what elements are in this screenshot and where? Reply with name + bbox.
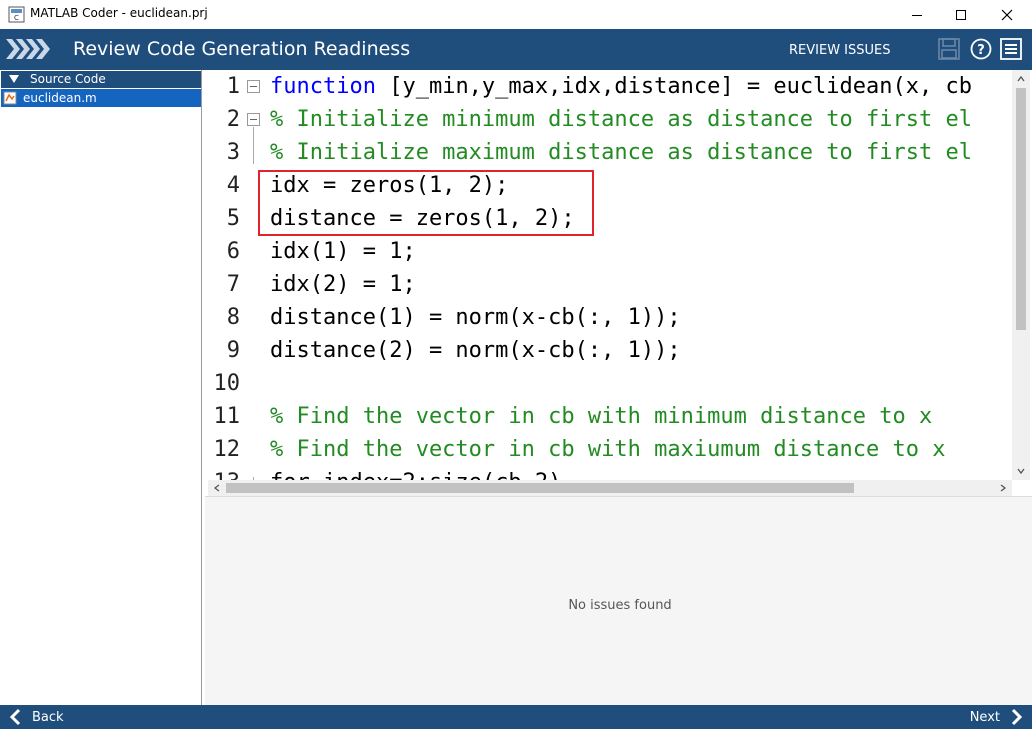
code-line[interactable]: 1 function [y_min,y_max,idx,distance] = e… xyxy=(208,71,1018,104)
code-line[interactable]: 3 % Initialize maximum distance as distan… xyxy=(208,137,1018,170)
line-number: 4 xyxy=(226,173,240,198)
code-text: % Find the vector in cb with minimum dis… xyxy=(270,404,932,429)
workflow-chevrons-icon[interactable] xyxy=(6,39,50,59)
back-arrow-icon xyxy=(9,708,21,726)
next-label: Next xyxy=(969,709,1000,725)
line-number: 1 xyxy=(226,74,240,99)
vertical-scroll-thumb[interactable] xyxy=(1016,88,1026,330)
line-number: 9 xyxy=(226,338,240,363)
scroll-up-icon[interactable] xyxy=(1016,74,1026,84)
code-token: distance(1) = norm(x-cb(:, 1)); xyxy=(270,305,681,330)
code-token: idx(1) = 1; xyxy=(270,239,416,264)
line-number: 5 xyxy=(226,206,240,231)
maximize-button[interactable] xyxy=(938,0,984,29)
window-titlebar: C MATLAB Coder - euclidean.prj xyxy=(0,0,1032,29)
horizontal-scrollbar[interactable] xyxy=(208,480,1012,496)
code-editor[interactable]: 1 function [y_min,y_max,idx,distance] = e… xyxy=(208,70,1030,496)
code-text: distance = zeros(1, 2); xyxy=(270,206,575,231)
line-number: 10 xyxy=(213,371,241,396)
close-icon xyxy=(1001,9,1013,20)
code-line[interactable]: 9 distance(2) = norm(x-cb(:, 1)); xyxy=(208,335,1018,368)
code-text: distance(1) = norm(x-cb(:, 1)); xyxy=(270,305,681,330)
workflow-header: Review Code Generation Readiness REVIEW … xyxy=(0,29,1032,70)
comment-token: % Find the vector in cb with minimum dis… xyxy=(270,404,933,429)
svg-text:?: ? xyxy=(977,43,985,58)
scroll-left-icon[interactable] xyxy=(212,483,222,493)
scroll-right-icon[interactable] xyxy=(998,483,1008,493)
line-number: 2 xyxy=(226,107,240,132)
code-text: idx = zeros(1, 2); xyxy=(270,173,508,198)
matlab-file-icon xyxy=(3,91,17,105)
code-line[interactable]: 2 % Initialize minimum distance as distan… xyxy=(208,104,1018,137)
line-number: 8 xyxy=(226,305,240,330)
next-button[interactable]: Next xyxy=(970,708,1024,726)
fold-toggle-icon[interactable] xyxy=(247,113,260,126)
page-title: Review Code Generation Readiness xyxy=(73,38,411,60)
no-issues-message: No issues found xyxy=(568,598,672,613)
line-number: 6 xyxy=(226,239,240,264)
fold-guide xyxy=(253,127,254,164)
code-text: % Initialize minimum distance as distanc… xyxy=(270,107,972,132)
code-text: function [y_min,y_max,idx,distance] = eu… xyxy=(270,74,972,99)
code-line[interactable]: 12 % Find the vector in cb with maxiumum … xyxy=(208,434,1018,467)
next-arrow-icon xyxy=(1011,708,1023,726)
code-text: distance(2) = norm(x-cb(:, 1)); xyxy=(270,338,681,363)
code-line[interactable]: 6 idx(1) = 1; xyxy=(208,236,1018,269)
scroll-down-icon[interactable] xyxy=(1016,466,1026,476)
save-icon[interactable] xyxy=(938,38,960,60)
navigation-footer: Back Next xyxy=(0,705,1032,729)
comment-token: % Initialize maximum distance as distanc… xyxy=(270,140,972,165)
code-line[interactable]: 7 idx(2) = 1; xyxy=(208,269,1018,302)
line-number: 11 xyxy=(213,404,241,429)
code-token: distance = zeros(1, 2); xyxy=(270,206,575,231)
fold-toggle-icon[interactable] xyxy=(247,80,260,93)
code-text: idx(2) = 1; xyxy=(270,272,416,297)
back-button[interactable]: Back xyxy=(8,708,64,726)
code-line[interactable]: 4 idx = zeros(1, 2); xyxy=(208,170,1018,203)
minimize-button[interactable] xyxy=(894,0,940,29)
code-token: idx(2) = 1; xyxy=(270,272,416,297)
keyword-token: function xyxy=(270,74,376,99)
collapse-triangle-icon xyxy=(9,75,19,83)
minimize-icon xyxy=(912,14,922,16)
file-name: euclidean.m xyxy=(23,91,97,105)
line-number: 12 xyxy=(213,437,241,462)
issues-pane: No issues found xyxy=(205,496,1032,705)
comment-token: % Initialize minimum distance as distanc… xyxy=(270,107,972,132)
source-code-section-header[interactable]: Source Code xyxy=(1,71,201,88)
comment-token: % Find the vector in cb with maxiumum di… xyxy=(270,437,946,462)
code-text: idx(1) = 1; xyxy=(270,239,416,264)
app-icon: C xyxy=(8,6,25,23)
line-number: 3 xyxy=(226,140,240,165)
code-token: [y_min,y_max,idx,distance] = euclidean(x… xyxy=(375,74,972,99)
code-line[interactable]: 10 xyxy=(208,368,1018,401)
help-icon[interactable]: ? xyxy=(970,38,992,60)
code-text: % Find the vector in cb with maxiumum di… xyxy=(270,437,946,462)
svg-text:C: C xyxy=(14,14,19,22)
source-code-label: Source Code xyxy=(30,72,106,86)
menu-icon[interactable] xyxy=(1000,38,1022,60)
code-line[interactable]: 5 distance = zeros(1, 2); xyxy=(208,203,1018,236)
code-line[interactable]: 8 distance(1) = norm(x-cb(:, 1)); xyxy=(208,302,1018,335)
source-code-sidebar: Source Code euclidean.m xyxy=(0,70,202,705)
window-title: MATLAB Coder - euclidean.prj xyxy=(30,6,208,20)
code-text: % Initialize maximum distance as distanc… xyxy=(270,140,972,165)
review-issues-button[interactable]: REVIEW ISSUES xyxy=(789,43,891,58)
vertical-scrollbar[interactable] xyxy=(1012,70,1030,480)
back-label: Back xyxy=(32,709,64,725)
close-button[interactable] xyxy=(984,0,1030,29)
line-number: 7 xyxy=(226,272,240,297)
code-line[interactable]: 11 % Find the vector in cb with minimum d… xyxy=(208,401,1018,434)
maximize-icon xyxy=(956,9,966,20)
horizontal-scroll-thumb[interactable] xyxy=(226,483,854,493)
sidebar-file-item[interactable]: euclidean.m xyxy=(1,89,201,107)
code-token: distance(2) = norm(x-cb(:, 1)); xyxy=(270,338,681,363)
code-token: idx = zeros(1, 2); xyxy=(270,173,509,198)
